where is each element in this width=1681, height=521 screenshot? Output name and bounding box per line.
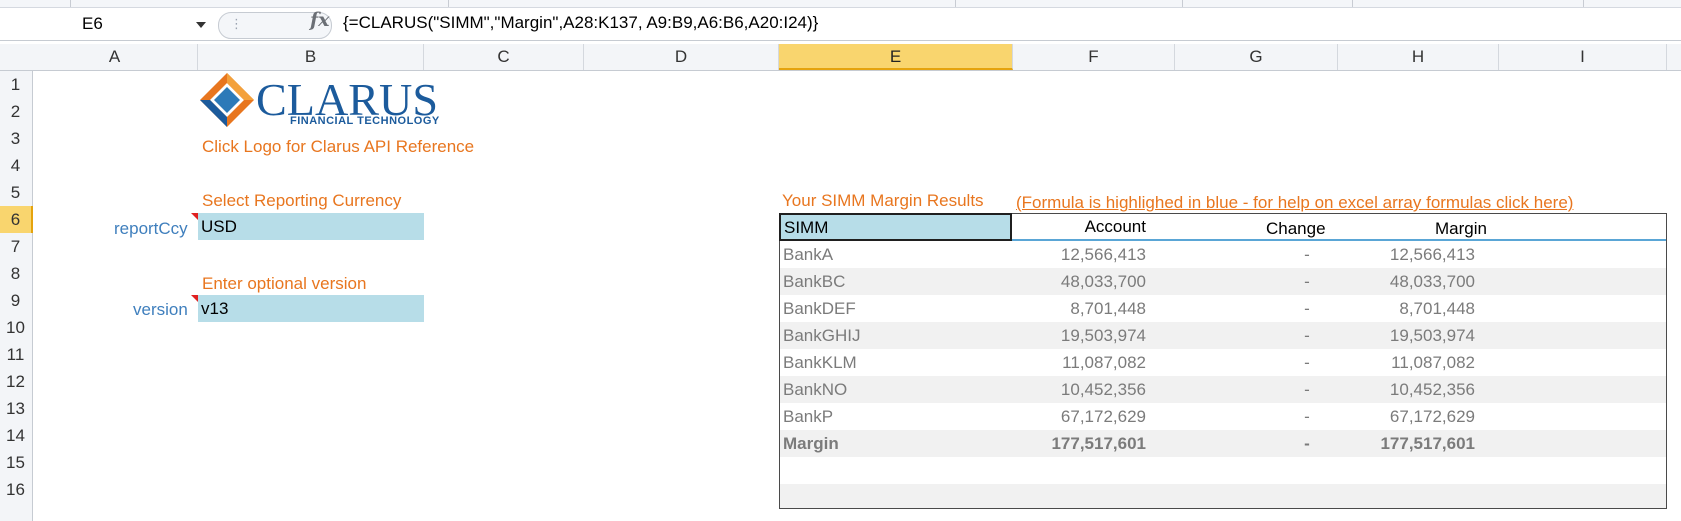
array-formula-help-link[interactable]: (Formula is highlighed in blue - for hel… [1016, 193, 1573, 213]
chevron-down-icon[interactable] [196, 22, 206, 28]
column-header-f[interactable]: F [1013, 44, 1175, 70]
row-header[interactable]: 12 [0, 368, 31, 395]
currency-prompt: Select Reporting Currency [202, 191, 402, 210]
total-name: Margin [783, 434, 839, 453]
row-account: 67,172,629 [1060, 407, 1146, 426]
simm-results-table: SIMM Account Change Margin BankA 12,566,… [779, 213, 1667, 509]
total-account: 177,517,601 [1051, 434, 1146, 453]
clarus-logo[interactable]: CLARUS FINANCIAL TECHNOLOGY [198, 71, 442, 133]
row-account: 19,503,974 [1060, 326, 1146, 345]
row-account: 8,701,448 [1070, 299, 1146, 318]
row-header[interactable]: 11 [0, 341, 31, 368]
row-margin: 8,701,448 [1399, 299, 1475, 318]
column-header-i[interactable]: I [1499, 44, 1667, 70]
more-icon[interactable]: ⋮ [230, 16, 243, 32]
row-account: 10,452,356 [1060, 380, 1146, 399]
row-margin: 48,033,700 [1389, 272, 1475, 291]
total-margin: 177,517,601 [1380, 434, 1475, 453]
row-name: BankA [783, 245, 834, 264]
comment-marker-icon [191, 295, 198, 302]
row-change: - [1304, 407, 1310, 426]
row-change: - [1304, 272, 1310, 291]
version-value: v13 [201, 299, 229, 318]
column-header-g[interactable]: G [1175, 44, 1338, 70]
row-margin: 19,503,974 [1389, 326, 1475, 345]
total-row[interactable]: Margin 177,517,601 - 177,517,601 [780, 430, 1666, 457]
row-change: - [1304, 380, 1310, 399]
row-header[interactable]: 15 [0, 449, 31, 476]
row-margin: 12,566,413 [1389, 245, 1475, 264]
column-header-c[interactable]: C [424, 44, 584, 70]
results-header-row: SIMM Account Change Margin [779, 213, 1666, 241]
column-header-e[interactable]: E [779, 44, 1013, 70]
row-header[interactable]: 8 [0, 260, 31, 287]
row-header[interactable]: 2 [0, 98, 31, 125]
results-title: Your SIMM Margin Results [782, 191, 984, 210]
row-name: BankP [783, 407, 834, 426]
version-prompt: Enter optional version [202, 274, 367, 293]
header-change: Change [1266, 219, 1326, 238]
row-account: 11,087,082 [1062, 353, 1146, 372]
row-header[interactable]: 9 [0, 287, 31, 314]
table-row[interactable]: BankA 12,566,413 - 12,566,413 [780, 241, 1666, 268]
currency-label: reportCcy [114, 219, 188, 238]
active-cell-simm[interactable]: SIMM [779, 213, 1012, 241]
row-header[interactable]: 13 [0, 395, 31, 422]
comment-marker-icon [191, 213, 198, 220]
row-change: - [1304, 245, 1310, 264]
table-row[interactable]: BankP 67,172,629 - 67,172,629 [780, 403, 1666, 430]
header-margin: Margin [1435, 219, 1487, 238]
row-margin: 10,452,356 [1389, 380, 1475, 399]
table-row[interactable]: BankKLM 11,087,082 - 11,087,082 [780, 349, 1666, 376]
row-headers: 1 2 3 4 5 6 7 8 9 10 11 12 13 14 15 16 [0, 71, 33, 521]
column-header-a[interactable]: A [32, 44, 198, 70]
table-row[interactable]: BankGHIJ 19,503,974 - 19,503,974 [780, 322, 1666, 349]
row-change: - [1304, 326, 1310, 345]
row-header[interactable]: 5 [0, 179, 31, 206]
table-row[interactable]: BankDEF 8,701,448 - 8,701,448 [780, 295, 1666, 322]
row-change: - [1304, 299, 1310, 318]
row-account: 12,566,413 [1060, 245, 1146, 264]
column-header-h[interactable]: H [1338, 44, 1499, 70]
empty-row[interactable] [780, 484, 1666, 508]
row-name: BankGHIJ [783, 326, 861, 345]
header-account: Account [1084, 217, 1146, 236]
row-header[interactable]: 1 [0, 71, 31, 98]
logo-tagline: FINANCIAL TECHNOLOGY [290, 115, 440, 127]
currency-value: USD [201, 217, 237, 236]
row-header[interactable]: 7 [0, 233, 31, 260]
version-label: version [133, 300, 188, 319]
row-margin: 67,172,629 [1389, 407, 1475, 426]
row-margin: 11,087,082 [1391, 353, 1475, 372]
row-header[interactable]: 3 [0, 125, 31, 152]
row-header[interactable]: 14 [0, 422, 31, 449]
column-headers: A B C D E F G H I [0, 44, 1681, 71]
name-box[interactable]: E6 [0, 8, 206, 40]
row-name: BankNO [783, 380, 848, 399]
table-row[interactable]: BankNO 10,452,356 - 10,452,356 [780, 376, 1666, 403]
empty-row[interactable] [780, 457, 1666, 484]
version-input[interactable]: v13 [191, 295, 424, 322]
logo-hint-text: Click Logo for Clarus API Reference [202, 137, 475, 156]
row-header[interactable]: 4 [0, 152, 31, 179]
table-row[interactable]: BankBC 48,033,700 - 48,033,700 [780, 268, 1666, 295]
name-box-value: E6 [82, 14, 103, 33]
row-name: BankDEF [783, 299, 856, 318]
column-header-b[interactable]: B [198, 44, 424, 70]
row-header[interactable]: 16 [0, 476, 31, 503]
formula-input[interactable]: {=CLARUS("SIMM","Margin",A28:K137, A9:B9… [343, 13, 818, 33]
row-change: - [1304, 353, 1310, 372]
row-name: BankBC [783, 272, 846, 291]
row-header-selected[interactable]: 6 [0, 206, 33, 233]
row-name: BankKLM [783, 353, 857, 372]
currency-input[interactable]: USD [191, 213, 424, 240]
insert-function-icon[interactable]: fx [310, 9, 330, 31]
total-change: - [1304, 434, 1310, 453]
row-header[interactable]: 10 [0, 314, 31, 341]
ribbon-strip [0, 0, 1681, 8]
column-header-d[interactable]: D [584, 44, 779, 70]
row-account: 48,033,700 [1060, 272, 1146, 291]
